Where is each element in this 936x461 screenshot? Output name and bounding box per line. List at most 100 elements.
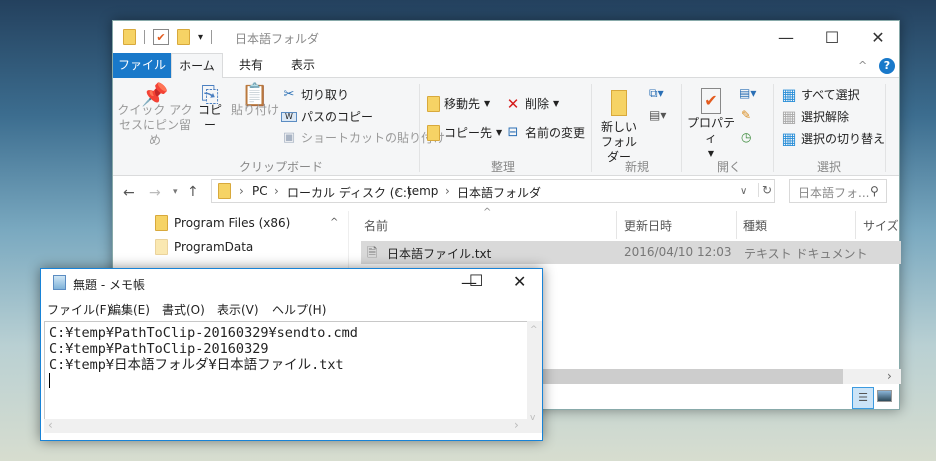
maximize-button[interactable]: ☐ (809, 21, 855, 53)
file-row[interactable]: 🗎 日本語ファイル.txt 2016/04/10 12:03 テキスト ドキュメ… (361, 241, 901, 264)
copy-button[interactable]: ⎘ コピー (193, 83, 227, 133)
help-icon[interactable]: ? (879, 58, 895, 74)
menu-help[interactable]: ヘルプ(H) (272, 301, 326, 318)
file-modified: 2016/04/10 12:03 (624, 245, 732, 259)
vertical-scrollbar[interactable]: ^ v (527, 321, 542, 433)
tab-home[interactable]: ホーム (171, 53, 223, 79)
tab-file[interactable]: ファイル (113, 53, 171, 78)
select-none-icon: ▦ (781, 106, 797, 126)
column-size[interactable]: サイズ (863, 217, 899, 234)
menu-file[interactable]: ファイル(F) (47, 301, 111, 318)
address-bar[interactable]: › PC › ローカル ディスク (C:) › temp › 日本語フォルダ ∨… (211, 179, 775, 203)
horizontal-scrollbar[interactable]: › (543, 369, 901, 384)
history-icon[interactable]: ◷ (741, 130, 751, 144)
search-icon: ⚲ (870, 184, 879, 198)
scroll-right-icon[interactable]: › (887, 369, 892, 383)
path-icon: W (281, 111, 297, 122)
select-all-button[interactable]: ▦ すべて選択 (781, 84, 859, 104)
text-file-icon: 🗎 (367, 246, 378, 261)
minimize-button[interactable]: — (763, 21, 809, 53)
easy-access-icon[interactable]: ▤▾ (649, 108, 666, 122)
refresh-icon[interactable]: ↻ (758, 183, 772, 197)
properties-icon[interactable]: ✔ (153, 29, 169, 45)
breadcrumb-temp[interactable]: temp (407, 184, 438, 198)
quick-access-toolbar: ✔ ▾ (123, 29, 213, 45)
recent-dropdown-icon[interactable]: ▾ (173, 187, 178, 197)
select-all-icon: ▦ (781, 84, 797, 104)
text-line: C:¥temp¥PathToClip-20160329¥sendto.cmd (49, 325, 358, 341)
nav-item-program-files-x86[interactable]: Program Files (x86) (155, 215, 290, 231)
column-name[interactable]: 名前 (364, 217, 388, 234)
scrollbar-thumb[interactable] (543, 369, 843, 384)
clipboard-icon: 📋 (241, 83, 269, 108)
notepad-text-area[interactable]: C:¥temp¥PathToClip-20160329¥sendto.cmd C:… (44, 321, 527, 433)
menu-view[interactable]: 表示(V) (217, 301, 259, 318)
up-icon[interactable]: ↑ (187, 184, 199, 200)
paste-shortcut-button[interactable]: ▣ ショートカットの貼り付け (281, 129, 445, 146)
group-label-select: 選択 (817, 160, 842, 174)
column-type[interactable]: 種類 (743, 217, 767, 234)
shortcut-icon: ▣ (282, 129, 296, 145)
notepad-horizontal-scrollbar[interactable]: ‹ › (44, 418, 527, 433)
column-modified[interactable]: 更新日時 (624, 217, 672, 234)
new-folder-button[interactable]: 新しいフォルダー (597, 90, 641, 165)
rename-button[interactable]: ⊟ 名前の変更 (505, 124, 585, 141)
ribbon: 📌 クイック アクセスにピン留め ⎘ コピー 📋 貼り付け ✂ 切り取り W パスのコピー… (113, 78, 899, 176)
notepad-icon (53, 275, 66, 290)
breadcrumb-c-drive[interactable]: ローカル ディスク (C:) (287, 184, 412, 201)
edit-icon[interactable]: ✎ (741, 108, 751, 122)
new-item-icon[interactable]: ⧉▾ (649, 86, 664, 101)
customize-qat-icon[interactable]: ▾ (198, 32, 203, 43)
folder-icon (218, 183, 231, 199)
text-cursor (49, 373, 50, 388)
paste-button[interactable]: 📋 貼り付け (231, 83, 279, 118)
search-placeholder: 日本語フォ... (798, 186, 870, 200)
address-dropdown-icon[interactable]: ∨ (740, 186, 747, 197)
folder-icon (123, 29, 136, 45)
pin-quick-access-button[interactable]: 📌 クイック アクセスにピン留め (117, 83, 193, 148)
menu-edit[interactable]: 編集(E) (109, 301, 150, 318)
invert-selection-button[interactable]: ▦ 選択の切り替え (781, 130, 885, 147)
address-row: ← → ▾ ↑ › PC › ローカル ディスク (C:) › temp › 日… (113, 179, 899, 211)
nav-scroll-up-icon[interactable]: ^ (330, 217, 338, 228)
notepad-title: 無題 - メモ帳 (73, 278, 145, 292)
copy-path-button[interactable]: W パスのコピー (281, 108, 373, 125)
notepad-maximize-icon[interactable]: ☐ (469, 271, 483, 290)
group-label-clipboard: クリップボード (239, 160, 324, 174)
folder-icon (611, 90, 627, 116)
sort-indicator-icon: ^ (483, 207, 492, 218)
collapse-ribbon-icon[interactable]: ^ (858, 59, 867, 72)
properties-button[interactable]: ✔ プロパティ ▼ (685, 88, 737, 161)
cut-button[interactable]: ✂ 切り取り (281, 86, 349, 103)
open-icon[interactable]: ▤▾ (739, 86, 756, 100)
title-bar: ✔ ▾ 日本語フォルダ — ☐ ✕ (113, 21, 899, 53)
new-folder-icon[interactable] (177, 29, 190, 45)
search-box[interactable]: 日本語フォ... ⚲ (789, 179, 887, 203)
move-to-button[interactable]: 移動先 ▼ (427, 95, 490, 112)
large-icons-view-button[interactable] (877, 390, 892, 402)
nav-item-programdata[interactable]: ProgramData (155, 239, 253, 255)
tab-share[interactable]: 共有 (231, 53, 271, 78)
scissors-icon: ✂ (283, 86, 295, 102)
details-view-button[interactable]: ☰ (852, 387, 874, 409)
delete-icon: ✕ (506, 94, 520, 113)
notepad-window: 無題 - メモ帳 — ☐ ✕ ファイル(F) 編集(E) 書式(O) 表示(V)… (40, 268, 543, 441)
rename-icon: ⊟ (507, 124, 519, 140)
back-icon[interactable]: ← (123, 185, 135, 201)
file-type: テキスト ドキュメント (744, 247, 868, 261)
pin-icon: 📌 (141, 83, 169, 108)
select-none-button[interactable]: ▦ 選択解除 (781, 108, 849, 125)
forward-icon[interactable]: → (149, 185, 161, 201)
delete-button[interactable]: ✕ 削除 ▼ (505, 95, 559, 112)
breadcrumb-folder[interactable]: 日本語フォルダ (457, 184, 541, 201)
move-icon (427, 95, 440, 112)
close-button[interactable]: ✕ (855, 21, 901, 53)
menu-format[interactable]: 書式(O) (162, 301, 205, 318)
copy-to-button[interactable]: コピー先 ▼ (427, 124, 502, 141)
copy-icon: ⎘ (201, 83, 219, 108)
invert-selection-icon: ▦ (781, 128, 797, 148)
breadcrumb-pc[interactable]: PC (252, 184, 268, 198)
tab-view[interactable]: 表示 (283, 53, 323, 78)
notepad-close-button[interactable]: ✕ (513, 272, 526, 291)
group-label-open: 開く (717, 160, 742, 174)
